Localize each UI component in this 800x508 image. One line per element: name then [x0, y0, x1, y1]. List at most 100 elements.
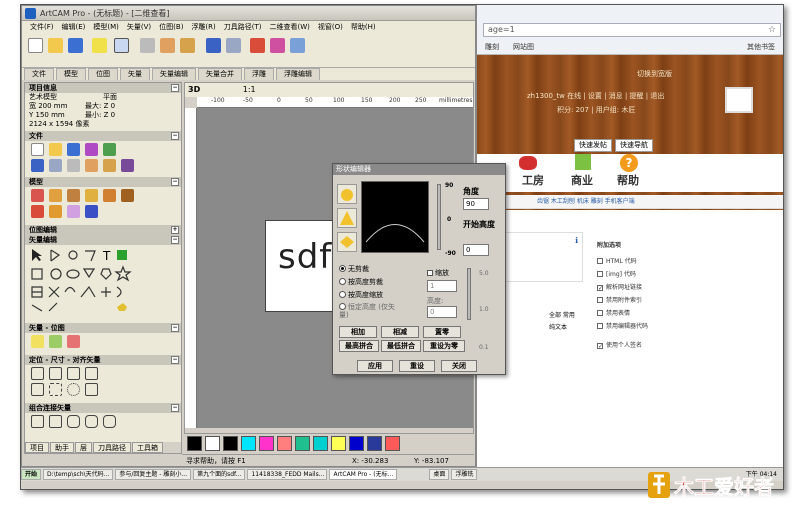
add-button[interactable]: 相加	[339, 326, 377, 338]
subtract-icon[interactable]	[85, 415, 98, 428]
section-model[interactable]: 模型 −	[25, 177, 181, 187]
tab-relief[interactable]: 浮雕	[244, 68, 274, 80]
option-attach-index[interactable]: 禁用附件索引	[597, 295, 642, 304]
color-swatch[interactable]	[331, 435, 346, 451]
color-swatch[interactable]	[223, 435, 238, 451]
avatar[interactable]	[725, 87, 753, 113]
reset-button[interactable]: 重设	[399, 360, 435, 372]
model-grid-icon[interactable]	[67, 205, 80, 218]
section-vector-edit[interactable]: 矢量编辑 −	[25, 235, 181, 245]
model-size-icon[interactable]	[31, 189, 44, 202]
taskbar-item[interactable]: 桌面	[429, 469, 450, 480]
tab-vector[interactable]: 矢量	[120, 68, 150, 80]
collapse-icon[interactable]: −	[171, 236, 179, 244]
taskbar-item[interactable]: 浮雕铣	[451, 469, 478, 480]
checkbox-checked[interactable]: ✓	[597, 285, 603, 292]
scale-slider[interactable]	[467, 268, 471, 320]
color-swatch[interactable]	[313, 435, 328, 451]
address-bar[interactable]: age=1 ☆	[483, 23, 781, 37]
radio-scale-height[interactable]: 按高度缩放	[339, 290, 383, 300]
cut-icon[interactable]	[67, 159, 80, 172]
export-icon[interactable]	[85, 143, 98, 156]
tab-relief-edit[interactable]: 浮雕编辑	[276, 68, 320, 80]
checkbox-checked[interactable]: ✓	[597, 343, 603, 350]
quick-post-button[interactable]: 快速发帖	[574, 139, 612, 152]
tab-vector-merge[interactable]: 矢量合并	[198, 68, 242, 80]
option-img[interactable]: [img] 代码	[597, 269, 636, 278]
new-icon[interactable]	[31, 143, 44, 156]
align-left-icon[interactable]	[31, 367, 44, 380]
menu-2dview[interactable]: 二维查看(W)	[270, 21, 310, 34]
reset-zero-button[interactable]: 重设为零	[423, 340, 465, 352]
rotate-icon[interactable]	[67, 383, 80, 396]
scale-icon[interactable]	[31, 383, 44, 396]
redo-icon[interactable]	[226, 38, 241, 53]
toolpath-icon[interactable]	[290, 38, 305, 53]
weld-icon[interactable]	[67, 415, 80, 428]
color-swatch[interactable]	[385, 435, 400, 451]
menu-window[interactable]: 视窗(O)	[318, 21, 343, 34]
taskbar-item[interactable]: D:\temp\sch\天代码...	[43, 469, 114, 480]
vector-text[interactable]: sdf	[278, 237, 332, 277]
model-resolution-icon[interactable]	[49, 189, 62, 202]
subtract-button[interactable]: 相减	[381, 326, 419, 338]
height-input[interactable]: 0	[427, 306, 457, 318]
delete-icon[interactable]	[121, 159, 134, 172]
save-icon[interactable]	[67, 143, 80, 156]
apply-button[interactable]: 应用	[357, 360, 393, 372]
mirror-icon[interactable]	[85, 383, 98, 396]
collapse-icon[interactable]: +	[171, 226, 179, 234]
other-bookmarks[interactable]: 其他书签	[747, 40, 775, 54]
cut-icon[interactable]	[140, 38, 155, 53]
menu-bitmap[interactable]: 位图(B)	[159, 21, 183, 34]
open-icon[interactable]	[49, 143, 62, 156]
user-links[interactable]: zh1300_tw 在线 | 设置 | 消息 | 提醒 | 退出	[527, 91, 664, 101]
tab-assistant[interactable]: 助手	[50, 442, 74, 453]
window-icon[interactable]	[114, 38, 129, 53]
tab-file[interactable]: 文件	[24, 68, 54, 80]
option-parse-url[interactable]: ✓ 解析网址链接	[597, 282, 642, 292]
section-combine[interactable]: 组合连接矢量 −	[25, 403, 181, 413]
collapse-icon[interactable]: −	[171, 356, 179, 364]
section-bitmap-edit[interactable]: 位图编辑 +	[25, 225, 181, 235]
round-profile-icon[interactable]	[337, 184, 357, 204]
group-icon[interactable]	[31, 415, 44, 428]
collapse-icon[interactable]: −	[171, 132, 179, 140]
checkbox[interactable]	[597, 271, 603, 277]
model-texture-icon[interactable]	[103, 189, 116, 202]
menu-vector[interactable]: 矢量(V)	[127, 21, 151, 34]
vector-tool-icons[interactable]: T	[31, 249, 132, 312]
tab-bitmap[interactable]: 位图	[88, 68, 118, 80]
tab-project[interactable]: 项目	[25, 442, 49, 453]
checkbox[interactable]	[597, 297, 603, 303]
model-rotate-icon[interactable]	[31, 205, 44, 218]
zero-button[interactable]: 置零	[423, 326, 461, 338]
section-vector-bitmap[interactable]: 矢量 - 位图 −	[25, 323, 181, 333]
plain-text-toggle[interactable]: 纯文本	[549, 322, 567, 331]
ungroup-icon[interactable]	[49, 415, 62, 428]
menu-file[interactable]: 文件(F)	[30, 21, 54, 34]
vector-tools[interactable]: T	[29, 247, 179, 313]
section-file[interactable]: 文件 −	[25, 131, 181, 141]
merge-highest-button[interactable]: 最高拼合	[339, 340, 379, 352]
checkbox[interactable]	[597, 258, 603, 264]
wide-toggle[interactable]: 切换到宽版	[637, 69, 672, 79]
distribute-icon[interactable]	[85, 367, 98, 380]
angular-profile-icon[interactable]	[337, 208, 357, 228]
globe-icon[interactable]	[103, 143, 116, 156]
radio-no-clip[interactable]: 无剪裁	[339, 264, 369, 274]
model-color-icon[interactable]	[121, 189, 134, 202]
angle-input[interactable]: 90	[463, 198, 489, 210]
color-swatch[interactable]	[349, 435, 364, 451]
color-swatch[interactable]	[187, 435, 202, 451]
radio-dot[interactable]	[339, 303, 346, 310]
menu-edit[interactable]: 编辑(E)	[62, 21, 86, 34]
undo-icon[interactable]	[31, 159, 44, 172]
radio-dot[interactable]	[339, 291, 346, 298]
model-mirror-icon[interactable]	[49, 205, 62, 218]
redo-icon[interactable]	[49, 159, 62, 172]
view-3d-button[interactable]: 3D	[188, 85, 200, 94]
bitmap-color-icon[interactable]	[67, 335, 80, 348]
erase-icon[interactable]	[270, 38, 285, 53]
bookmark-item[interactable]: 网站图	[513, 40, 534, 54]
